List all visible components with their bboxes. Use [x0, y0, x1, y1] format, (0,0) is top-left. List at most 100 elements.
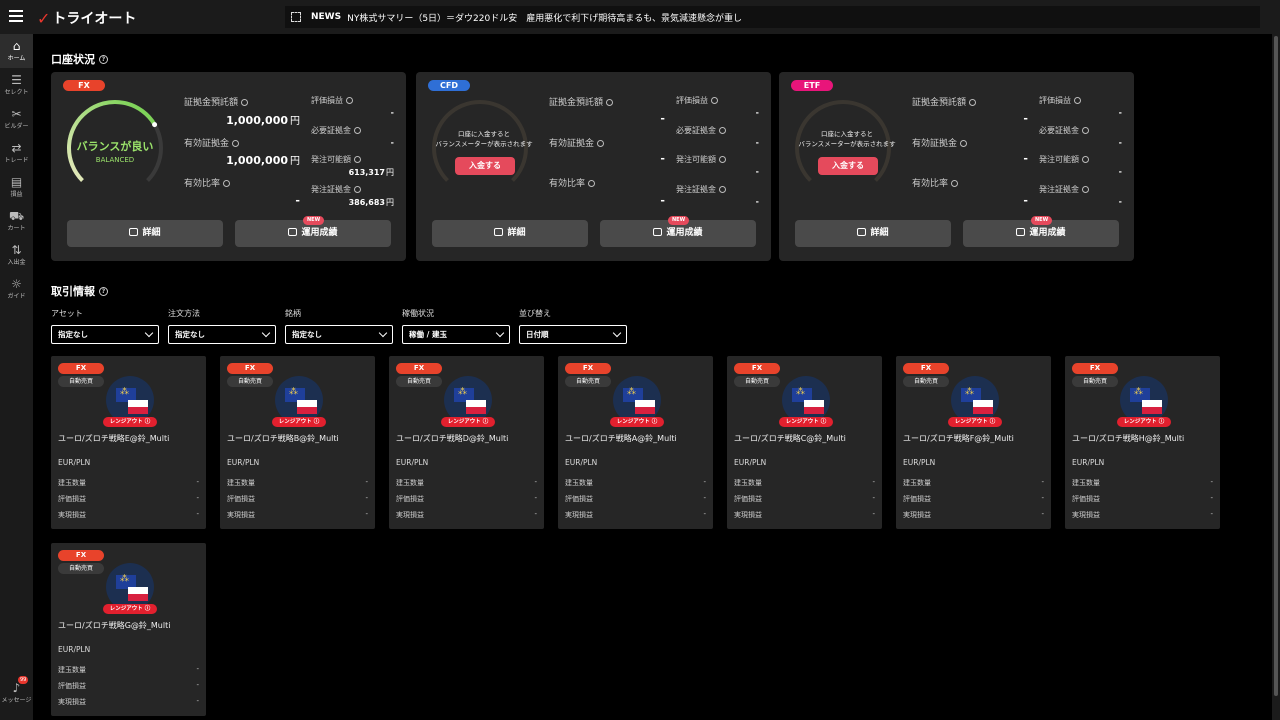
help-icon[interactable]: ? [99, 54, 108, 64]
row-label: 実現損益 [903, 511, 931, 519]
detail-button[interactable]: 詳細 [432, 220, 588, 247]
currency-pair: EUR/PLN [903, 458, 936, 467]
filter-select[interactable]: 日付順 [519, 325, 627, 344]
info-icon[interactable] [354, 127, 361, 134]
label-text: 評価損益 [1039, 96, 1071, 105]
positions-row: 建玉数量 - [903, 478, 1044, 488]
row-value: - [703, 510, 706, 518]
strategy-card[interactable]: FX 自動売買 レンジアウト ⓘ ユーロ/ズロチ戦略D@鈴_Multi EUR/… [389, 356, 544, 529]
info-icon[interactable] [597, 140, 605, 147]
scrollbar[interactable] [1272, 34, 1280, 720]
row-label: 建玉数量 [903, 479, 931, 487]
range-out-badge[interactable]: レンジアウト ⓘ [610, 417, 664, 427]
info-icon[interactable] [1082, 156, 1089, 163]
range-out-badge[interactable]: レンジアウト ⓘ [779, 417, 833, 427]
effective-margin-value: 1,000,000 円 [226, 152, 300, 167]
info-icon[interactable] [719, 127, 726, 134]
detail-button[interactable]: 詳細 [67, 220, 223, 247]
strategy-card[interactable]: FX 自動売買 レンジアウト ⓘ ユーロ/ズロチ戦略F@鈴_Multi EUR/… [896, 356, 1051, 529]
info-icon[interactable] [1074, 97, 1081, 104]
info-icon[interactable] [354, 156, 361, 163]
news-ticker[interactable]: NEWS NY株式サマリー（5日）＝ダウ220ドル安 雇用悪化で利下げ期待高まる… [285, 6, 1260, 28]
expand-icon[interactable] [291, 12, 301, 22]
filter-select[interactable]: 指定なし [285, 325, 393, 344]
sidebar-item-label: 損益 [10, 191, 23, 198]
news-headline[interactable]: NY株式サマリー（5日）＝ダウ220ドル安 雇用悪化で利下げ期待高まるも、景気減… [347, 11, 742, 24]
currency-pair: EUR/PLN [58, 458, 91, 467]
filter-select[interactable]: 指定なし [168, 325, 276, 344]
range-out-badge[interactable]: レンジアウト ⓘ [1117, 417, 1171, 427]
info-icon[interactable] [719, 156, 726, 163]
sidebar-item-guide[interactable]: ☼ ガイド [0, 272, 33, 306]
strategy-card[interactable]: FX 自動売買 レンジアウト ⓘ ユーロ/ズロチ戦略E@鈴_Multi EUR/… [51, 356, 206, 529]
row-label: 実現損益 [227, 511, 255, 519]
info-icon[interactable] [346, 97, 353, 104]
info-icon[interactable] [354, 186, 361, 193]
performance-button[interactable]: NEW 運用成績 [963, 216, 1119, 247]
strategy-name: ユーロ/ズロチ戦略H@鈴_Multi [1072, 434, 1185, 443]
info-icon[interactable] [711, 97, 718, 104]
order-margin-label: 発注証拠金 [1039, 184, 1089, 195]
strategy-card[interactable]: FX 自動売買 レンジアウト ⓘ ユーロ/ズロチ戦略A@鈴_Multi EUR/… [558, 356, 713, 529]
scrollbar-thumb[interactable] [1274, 36, 1278, 696]
currency-pair: EUR/PLN [1072, 458, 1105, 467]
info-icon[interactable] [223, 180, 231, 187]
strategy-card[interactable]: FX 自動売買 レンジアウト ⓘ ユーロ/ズロチ戦略B@鈴_Multi EUR/… [220, 356, 375, 529]
info-icon[interactable] [960, 140, 968, 147]
range-out-badge[interactable]: レンジアウト ⓘ [103, 604, 157, 614]
info-icon[interactable] [241, 99, 249, 106]
sidebar-item-message[interactable]: 99 ♪ メッセージ [0, 674, 33, 710]
account-card-fx: FX バランスが良い BALANCED 証拠金預託額 1,000,000 円 有効… [51, 72, 406, 261]
effective-margin-value: - [1023, 152, 1028, 165]
account-section-title: 口座状況 ? [51, 51, 108, 67]
sidebar-item-label: メッセージ [1, 696, 32, 704]
row-label: 実現損益 [58, 698, 86, 706]
selected-value: 稼働 / 建玉 [409, 330, 447, 339]
unrealized-row: 評価損益 - [58, 681, 199, 691]
unrealized-pnl-label: 評価損益 [311, 95, 353, 106]
info-icon[interactable] [606, 99, 614, 106]
strategy-card[interactable]: FX 自動売買 レンジアウト ⓘ ユーロ/ズロチ戦略H@鈴_Multi EUR/… [1065, 356, 1220, 529]
info-icon[interactable] [1082, 186, 1089, 193]
info-icon[interactable] [588, 180, 596, 187]
row-value: - [1210, 494, 1213, 502]
app-logo[interactable]: ✓ トライオート [37, 8, 136, 28]
sidebar-item-trade[interactable]: ⇄ トレード [0, 136, 33, 170]
selected-value: 指定なし [292, 330, 322, 339]
detail-button[interactable]: 詳細 [795, 220, 951, 247]
info-icon[interactable] [1082, 127, 1089, 134]
performance-button[interactable]: NEW 運用成績 [235, 216, 391, 247]
info-icon[interactable] [719, 186, 726, 193]
deposit-button[interactable]: 入金する [818, 157, 878, 175]
strategy-name: ユーロ/ズロチ戦略A@鈴_Multi [565, 434, 677, 443]
deposit-margin-label: 証拠金預託額 [549, 95, 614, 108]
sidebar-item-cart[interactable]: ⛟ カート [0, 204, 33, 238]
filter-select[interactable]: 稼働 / 建玉 [402, 325, 510, 344]
performance-button[interactable]: NEW 運用成績 [600, 216, 756, 247]
menu-icon[interactable] [9, 10, 23, 22]
info-icon[interactable] [232, 140, 240, 147]
sidebar-item-builder[interactable]: ✂ ビルダー [0, 102, 33, 136]
sidebar-item-home[interactable]: ⌂ ホーム [0, 34, 33, 68]
range-out-badge[interactable]: レンジアウト ⓘ [103, 417, 157, 427]
positions-row: 建玉数量 - [58, 665, 199, 675]
row-value: - [534, 478, 537, 486]
info-icon[interactable] [951, 180, 959, 187]
row-label: 建玉数量 [565, 479, 593, 487]
realized-row: 実現損益 - [565, 510, 706, 520]
range-out-badge[interactable]: レンジアウト ⓘ [272, 417, 326, 427]
deposit-button[interactable]: 入金する [455, 157, 515, 175]
sidebar-item-transfer[interactable]: ⇅ 入出金 [0, 238, 33, 272]
strategy-card[interactable]: FX 自動売買 レンジアウト ⓘ ユーロ/ズロチ戦略G@鈴_Multi EUR/… [51, 543, 206, 716]
range-out-badge[interactable]: レンジアウト ⓘ [441, 417, 495, 427]
range-out-badge[interactable]: レンジアウト ⓘ [948, 417, 1002, 427]
info-icon[interactable] [969, 99, 977, 106]
selected-value: 指定なし [175, 330, 205, 339]
sidebar-item-pnl[interactable]: ▤ 損益 [0, 170, 33, 204]
pnl-icon: ▤ [10, 175, 23, 189]
calendar-icon [288, 228, 298, 236]
filter-select[interactable]: 指定なし [51, 325, 159, 344]
strategy-card[interactable]: FX 自動売買 レンジアウト ⓘ ユーロ/ズロチ戦略C@鈴_Multi EUR/… [727, 356, 882, 529]
sidebar-item-select[interactable]: ☰ セレクト [0, 68, 33, 102]
help-icon[interactable]: ? [99, 286, 108, 296]
